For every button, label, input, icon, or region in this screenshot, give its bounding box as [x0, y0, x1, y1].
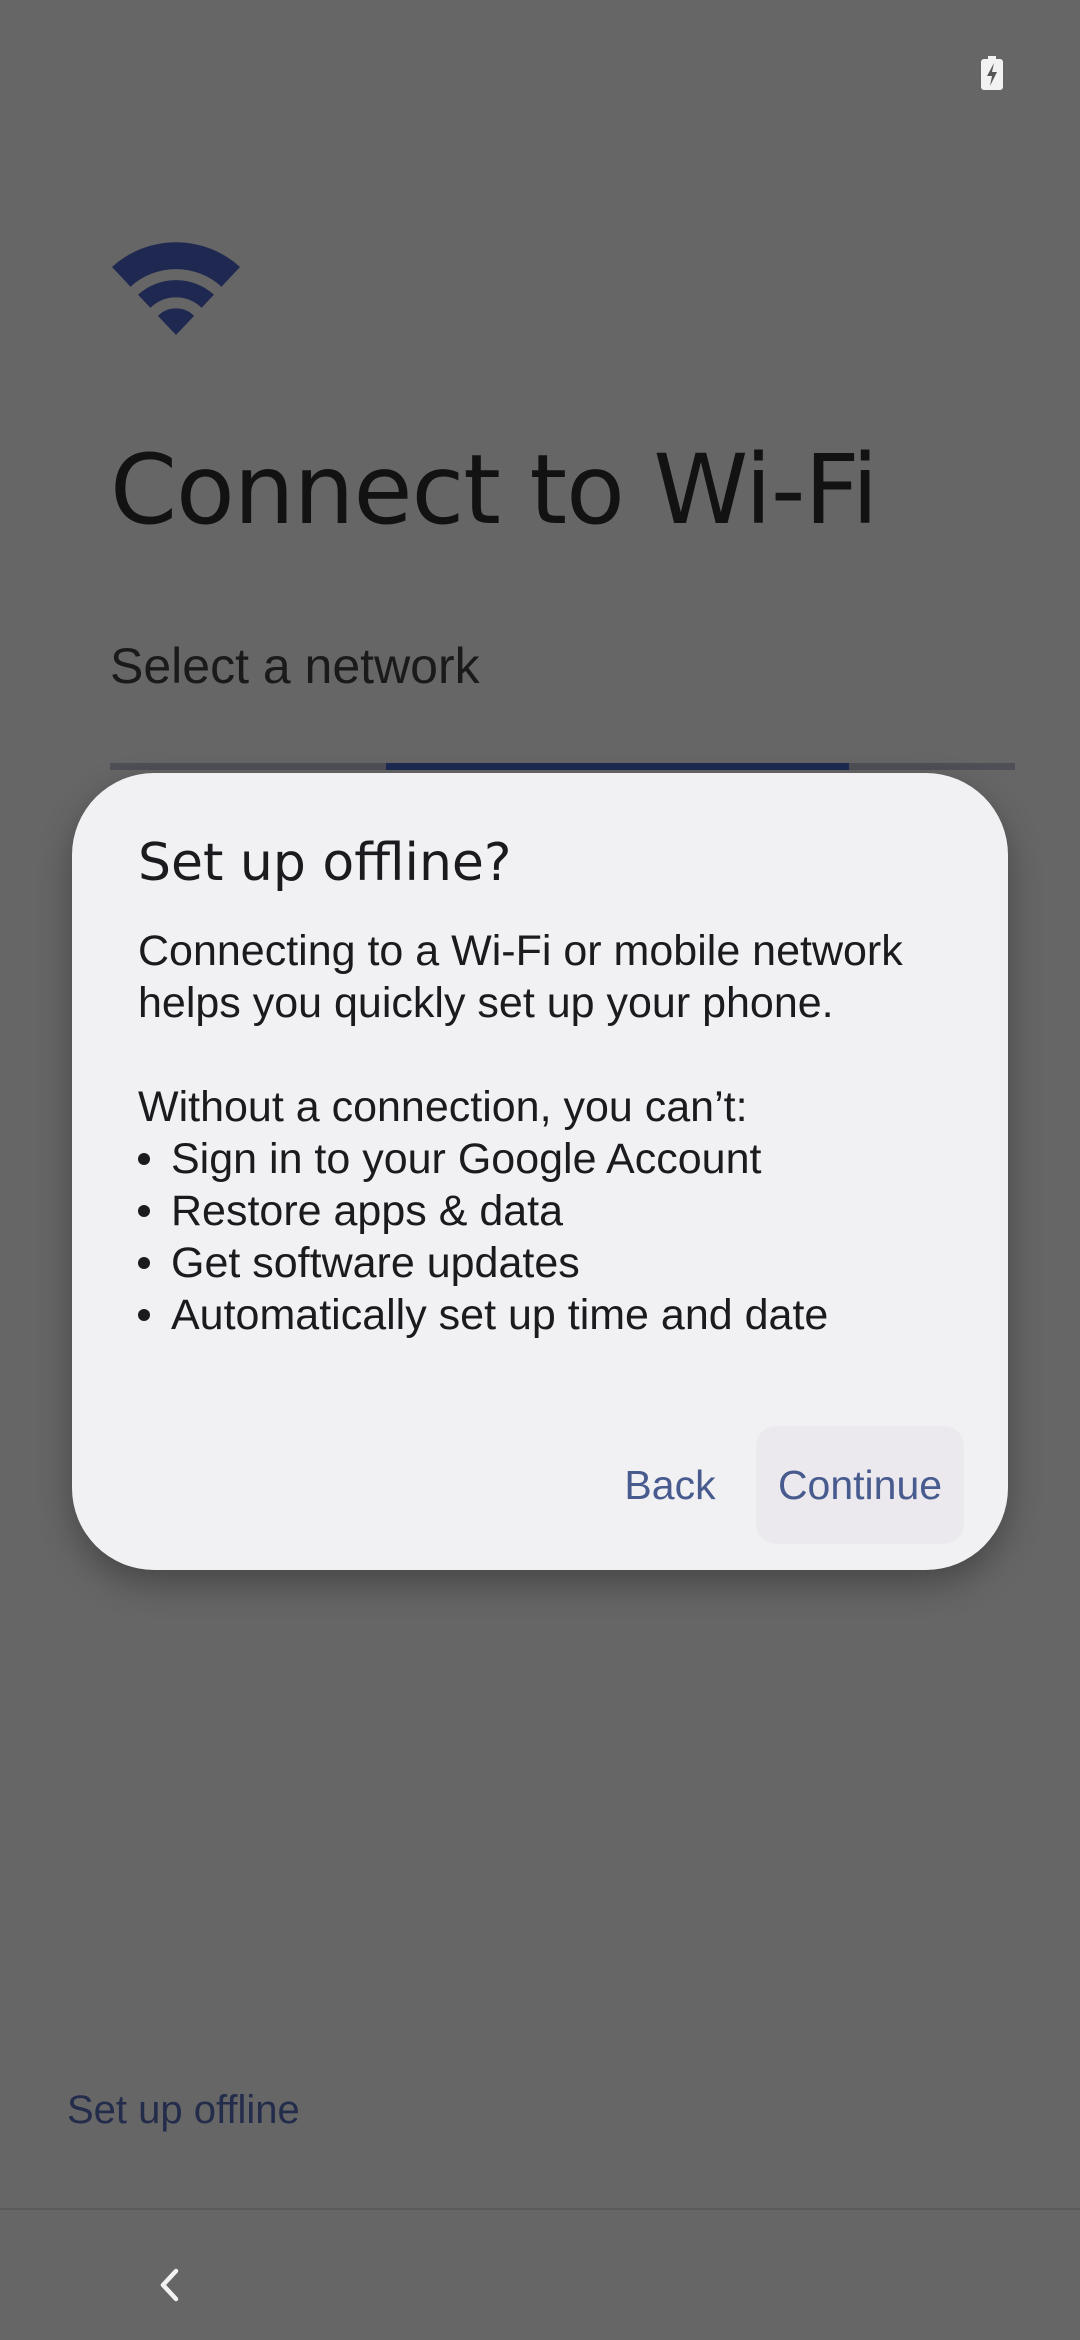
- limitations-list: Sign in to your Google Account Restore a…: [138, 1133, 968, 1341]
- continue-button[interactable]: Continue: [756, 1426, 964, 1544]
- setup-screen: Connect to Wi-Fi Select a network Set up…: [0, 0, 1080, 2340]
- list-item-label: Automatically set up time and date: [171, 1291, 829, 1339]
- bullet-icon: [138, 1309, 150, 1321]
- bullet-icon: [138, 1257, 150, 1269]
- list-item: Restore apps & data: [138, 1185, 968, 1237]
- page-subtitle: Select a network: [110, 638, 480, 694]
- wifi-icon: [112, 242, 240, 335]
- dialog-body: Connecting to a Wi-Fi or mobile network …: [138, 925, 968, 1341]
- dialog-title: Set up offline?: [138, 833, 512, 893]
- chevron-left-icon: [160, 2268, 179, 2302]
- dialog-list-intro: Without a connection, you can’t:: [138, 1083, 748, 1131]
- dialog-body-line: helps you quickly set up your phone.: [138, 979, 834, 1027]
- dialog-actions: Back Continue: [72, 1426, 1008, 1546]
- list-item-label: Get software updates: [171, 1239, 580, 1287]
- loading-progress-bar: [110, 763, 1015, 770]
- loading-progress-indicator: [386, 763, 849, 770]
- status-bar: [0, 0, 1080, 140]
- dialog-body-line: Connecting to a Wi-Fi or mobile network: [138, 927, 903, 975]
- list-item: Get software updates: [138, 1237, 968, 1289]
- back-button[interactable]: Back: [590, 1426, 750, 1544]
- list-item-label: Restore apps & data: [171, 1187, 564, 1235]
- nav-back-button[interactable]: [130, 2230, 210, 2340]
- bullet-icon: [138, 1205, 150, 1217]
- list-item-label: Sign in to your Google Account: [171, 1135, 762, 1183]
- set-up-offline-dialog: Set up offline? Connecting to a Wi-Fi or…: [72, 773, 1008, 1570]
- list-item: Sign in to your Google Account: [138, 1133, 968, 1185]
- battery-charging-icon: [981, 56, 1003, 90]
- navigation-bar: [0, 2210, 1080, 2340]
- set-up-offline-link[interactable]: Set up offline: [67, 2080, 300, 2140]
- page-title: Connect to Wi-Fi: [110, 434, 878, 546]
- list-item: Automatically set up time and date: [138, 1289, 968, 1341]
- bullet-icon: [138, 1153, 150, 1165]
